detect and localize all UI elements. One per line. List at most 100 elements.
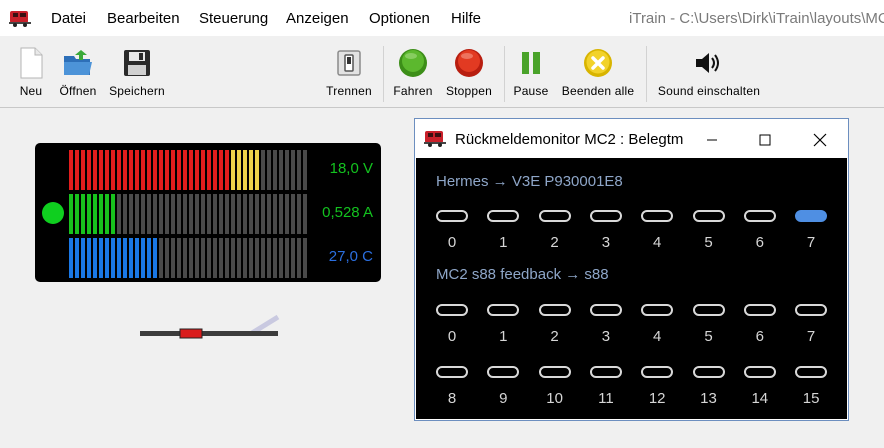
menu-optionen[interactable]: Optionen xyxy=(369,10,430,27)
end-all-button[interactable]: Beenden alle xyxy=(558,36,638,108)
temperature-segment xyxy=(141,238,145,278)
open-button[interactable]: Öffnen xyxy=(56,36,100,108)
s88-feedback-led[interactable] xyxy=(692,304,725,316)
menu-bearbeiten[interactable]: Bearbeiten xyxy=(107,10,180,27)
voltage-segment xyxy=(171,150,175,190)
current-segment xyxy=(165,194,169,234)
s88-feedback-number: 15 xyxy=(802,390,820,407)
s88-feedback-led[interactable] xyxy=(436,304,468,316)
voltage-bar xyxy=(69,150,309,190)
open-folder-icon xyxy=(64,50,92,75)
s88-feedback-led[interactable] xyxy=(487,304,520,316)
current-segment xyxy=(177,194,181,234)
hermes-feedback-led[interactable] xyxy=(436,210,468,222)
current-segment xyxy=(111,194,115,234)
window-title: iTrain - C:\Users\Dirk\iTrain\layouts\MC xyxy=(629,10,884,27)
voltage-segment xyxy=(279,150,283,190)
hermes-feedback-led[interactable] xyxy=(589,210,622,222)
current-segment xyxy=(183,194,187,234)
voltage-segment xyxy=(117,150,121,190)
voltage-segment xyxy=(69,150,73,190)
temperature-segment xyxy=(297,238,301,278)
minimize-button[interactable] xyxy=(701,129,723,151)
s88-feedback-led[interactable] xyxy=(641,366,674,378)
s88-feedback-led[interactable] xyxy=(692,366,725,378)
s88-feedback-led[interactable] xyxy=(589,304,622,316)
hermes-feedback-led[interactable] xyxy=(692,210,725,222)
temperature-segment xyxy=(87,238,91,278)
open-label: Öffnen xyxy=(59,84,97,98)
voltage-segment xyxy=(87,150,91,190)
temperature-segment xyxy=(129,238,133,278)
s88-feedback-number: 0 xyxy=(447,328,457,345)
group-title-s88: MC2 s88 feedback → s88 xyxy=(436,266,609,283)
stop-button[interactable]: Stoppen xyxy=(442,36,496,108)
voltage-segment xyxy=(249,150,253,190)
hermes-feedback-led[interactable] xyxy=(641,210,674,222)
current-segment xyxy=(297,194,301,234)
save-button[interactable]: Speichern xyxy=(106,36,168,108)
current-segment xyxy=(195,194,199,234)
s88-feedback-led[interactable] xyxy=(743,366,776,378)
temperature-segment xyxy=(291,238,295,278)
s88-feedback-led[interactable] xyxy=(538,304,571,316)
green-go-icon xyxy=(399,49,427,77)
voltage-segment xyxy=(261,150,265,190)
s88-feedback-led[interactable] xyxy=(589,366,622,378)
drive-label: Fahren xyxy=(393,84,433,98)
drive-button[interactable]: Fahren xyxy=(390,36,436,108)
current-segment xyxy=(279,194,283,234)
current-segment xyxy=(249,194,253,234)
close-button[interactable] xyxy=(809,129,831,151)
toolbar-separator xyxy=(383,46,384,102)
menu-datei[interactable]: Datei xyxy=(51,10,86,27)
pause-button[interactable]: Pause xyxy=(511,36,551,108)
temperature-segment xyxy=(153,238,157,278)
dialog-titlebar[interactable]: Rückmeldemonitor MC2 : Belegtm xyxy=(415,119,848,159)
temperature-segment xyxy=(213,238,217,278)
hermes-feedback-led[interactable] xyxy=(743,210,776,222)
maximize-button[interactable] xyxy=(754,129,776,151)
sound-button[interactable]: Sound einschalten xyxy=(654,36,764,108)
menu-hilfe[interactable]: Hilfe xyxy=(451,10,481,27)
new-button[interactable]: Neu xyxy=(12,36,50,108)
s88-feedback-led[interactable] xyxy=(795,366,828,378)
toolbar: Neu Öffnen Speichern Trennen Fahren Stop… xyxy=(0,36,884,108)
hermes-feedback-led[interactable] xyxy=(538,210,571,222)
current-segment xyxy=(135,194,139,234)
track-switch[interactable] xyxy=(140,309,282,349)
temperature-segment xyxy=(225,238,229,278)
menu-anzeigen[interactable]: Anzeigen xyxy=(286,10,349,27)
s88-feedback-number: 2 xyxy=(550,328,559,345)
temperature-segment xyxy=(249,238,253,278)
voltage-segment xyxy=(303,150,307,190)
temperature-segment xyxy=(243,238,247,278)
s88-feedback-number: 8 xyxy=(447,390,457,407)
hermes-feedback-led[interactable] xyxy=(795,210,828,222)
stop-label: Stoppen xyxy=(445,84,493,98)
s88-feedback-led[interactable] xyxy=(641,304,674,316)
maximize-icon xyxy=(759,134,771,146)
voltage-segment xyxy=(207,150,211,190)
s88-feedback-led[interactable] xyxy=(436,366,468,378)
s88-feedback-number: 4 xyxy=(653,328,662,345)
temperature-segment xyxy=(231,238,235,278)
s88-feedback-led[interactable] xyxy=(743,304,776,316)
current-segment xyxy=(201,194,205,234)
voltage-segment xyxy=(105,150,109,190)
hermes-feedback-led[interactable] xyxy=(487,210,520,222)
menu-steuerung[interactable]: Steuerung xyxy=(199,10,268,27)
s88-feedback-number: 3 xyxy=(601,328,611,345)
temperature-segment xyxy=(189,238,193,278)
s88-feedback-led[interactable] xyxy=(487,366,520,378)
temperature-segment xyxy=(201,238,205,278)
s88-feedback-led[interactable] xyxy=(795,304,828,316)
voltage-segment xyxy=(153,150,157,190)
current-segment xyxy=(219,194,223,234)
hermes-feedback-number: 5 xyxy=(704,234,713,251)
s88-feedback-led[interactable] xyxy=(538,366,571,378)
temperature-segment xyxy=(159,238,163,278)
disconnect-button[interactable]: Trennen xyxy=(322,36,376,108)
current-segment xyxy=(261,194,265,234)
voltage-segment xyxy=(135,150,139,190)
